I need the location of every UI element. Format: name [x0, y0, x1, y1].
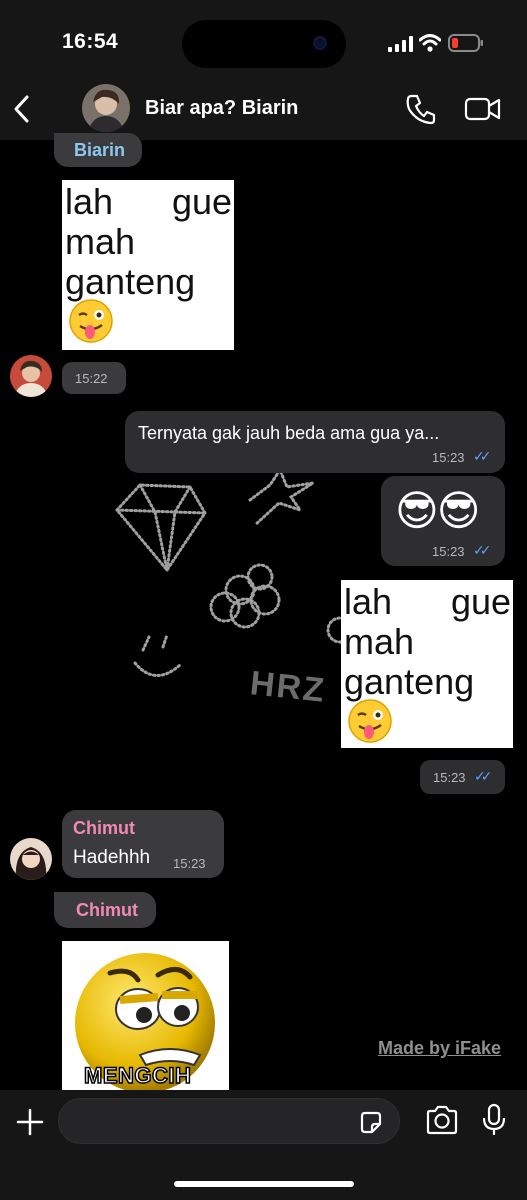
sticker-icon[interactable] [358, 1110, 384, 1136]
battery-icon [448, 34, 483, 52]
sticker-text: lah [344, 581, 393, 622]
winking-face-icon [348, 699, 392, 743]
wifi-icon [419, 34, 441, 52]
sticker-text: mah [65, 221, 136, 262]
sticker-text: ganteng [65, 261, 196, 302]
winking-face-icon [69, 299, 113, 343]
sender-avatar[interactable] [10, 838, 52, 880]
sticker-text: lah [65, 181, 114, 222]
back-icon[interactable] [10, 94, 34, 124]
sticker-text: ganteng [344, 661, 475, 702]
sticker-text: gue [451, 581, 512, 622]
read-receipt-icon: ✓✓ [474, 768, 493, 784]
message-time: 15:22 [75, 371, 108, 386]
chat-avatar[interactable] [82, 84, 130, 132]
message-time: 15:23 [173, 856, 206, 871]
outgoing-message[interactable]: Ternyata gak jauh beda ama gua ya... 15:… [125, 411, 505, 473]
message-text: Ternyata gak jauh beda ama gua ya... [138, 423, 440, 443]
message-time: 15:23 [433, 770, 466, 785]
sticker-message[interactable]: lah gue mah ganteng [341, 580, 513, 748]
message-text: Hadehhh [73, 847, 151, 868]
outgoing-message[interactable]: 😎😎 15:23 ✓✓ [381, 476, 505, 566]
home-indicator [174, 1181, 354, 1187]
wallpaper-doodle-text: HRZ [248, 664, 328, 710]
camera-icon [313, 36, 327, 50]
message-time: 15:23 [432, 450, 465, 465]
timestamp-bubble: 15:22 [62, 362, 126, 394]
sender-name-pill: Chimut [54, 892, 156, 928]
read-receipt-icon: ✓✓ [473, 542, 492, 558]
video-call-icon[interactable] [464, 96, 502, 122]
sticker-message[interactable]: lah gue mah ganteng [62, 180, 234, 350]
sender-name-pill: Biarin [54, 133, 142, 167]
message-input[interactable] [58, 1098, 400, 1144]
sender-name: Chimut [76, 900, 138, 920]
sticker-message[interactable]: MENGCIH [62, 941, 229, 1091]
camera-button-icon[interactable] [425, 1105, 459, 1135]
sticker-caption: MENGCIH [83, 1062, 192, 1089]
phone-icon[interactable] [405, 93, 437, 125]
sender-avatar[interactable] [10, 355, 52, 397]
sticker-text: mah [344, 621, 415, 662]
message-time: 15:23 [432, 544, 465, 559]
plus-icon[interactable] [16, 1108, 44, 1136]
watermark-text: Made by iFake [378, 1038, 502, 1058]
incoming-message[interactable]: Chimut Hadehhh 15:23 [62, 810, 224, 878]
sender-name: Chimut [73, 818, 135, 838]
sticker-text: gue [172, 181, 233, 222]
timestamp-bubble: 15:23 ✓✓ [420, 760, 505, 794]
status-time: 16:54 [62, 30, 119, 53]
signal-icon [388, 36, 413, 52]
microphone-icon[interactable] [482, 1103, 506, 1137]
emoji-text: 😎😎 [395, 487, 481, 534]
chat-title[interactable]: Biar apa? Biarin [145, 97, 298, 120]
read-receipt-icon: ✓✓ [473, 448, 492, 464]
sender-name: Biarin [74, 140, 126, 160]
